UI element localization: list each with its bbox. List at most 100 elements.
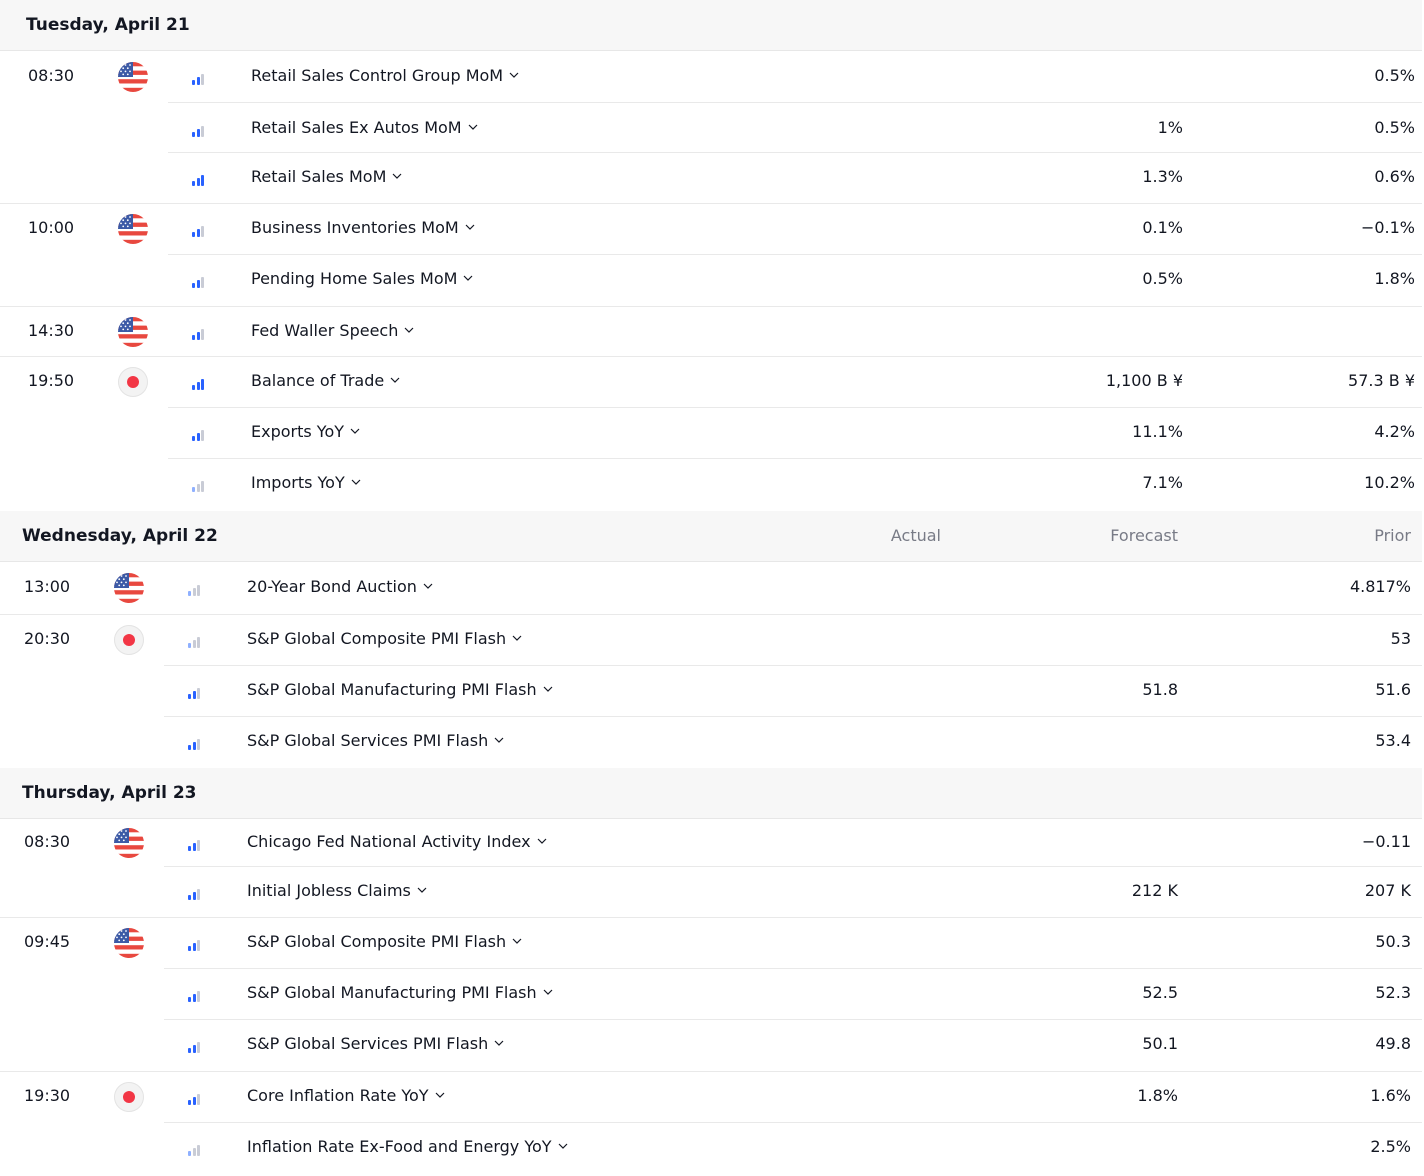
event-name-label[interactable]: Pending Home Sales MoM xyxy=(251,269,457,288)
event-name[interactable]: S&P Global Manufacturing PMI Flash xyxy=(247,680,553,699)
importance-bar xyxy=(192,283,195,288)
importance-bar xyxy=(188,846,191,851)
event-row[interactable]: Imports YoY 7.1% 10.2% xyxy=(0,459,1424,511)
importance-bar xyxy=(196,433,200,441)
importance-icon xyxy=(188,582,204,596)
event-row[interactable]: Inflation Rate Ex-Food and Energy YoY 2.5… xyxy=(0,1123,1424,1175)
event-name-label[interactable]: Initial Jobless Claims xyxy=(247,881,411,900)
event-name-label[interactable]: S&P Global Composite PMI Flash xyxy=(247,629,506,648)
event-name[interactable]: Retail Sales Ex Autos MoM xyxy=(251,118,478,137)
event-name-label[interactable]: Fed Waller Speech xyxy=(251,321,398,340)
event-row[interactable]: 13:00 20-Year Bond Auction 4.817% xyxy=(0,563,1424,615)
importance-bar xyxy=(192,994,196,1002)
importance-icon xyxy=(188,685,204,699)
event-prior: −0.1% xyxy=(1360,218,1415,237)
event-prior: 53 xyxy=(1390,629,1411,648)
chevron-down-icon xyxy=(468,115,478,134)
importance-bar xyxy=(188,591,191,596)
event-time: 20:30 xyxy=(24,629,71,648)
event-time: 14:30 xyxy=(28,321,75,340)
event-name[interactable]: Balance of Trade xyxy=(251,371,400,390)
event-row[interactable]: Retail Sales MoM 1.3% 0.6% xyxy=(0,153,1424,204)
event-row[interactable]: 20:30 S&P Global Composite PMI Flash 53 xyxy=(0,615,1424,666)
event-name[interactable]: S&P Global Composite PMI Flash xyxy=(247,629,522,648)
column-header-actual[interactable]: Actual xyxy=(821,526,941,545)
event-name[interactable]: Retail Sales MoM xyxy=(251,167,402,186)
event-row[interactable]: 19:30 Core Inflation Rate YoY 1.8% 1.6% xyxy=(0,1072,1424,1123)
event-row[interactable]: 10:00 Business Inventories MoM 0.1% −0.1% xyxy=(0,204,1424,255)
event-prior: 49.8 xyxy=(1375,1034,1411,1053)
importance-icon xyxy=(188,1039,204,1053)
event-row[interactable]: 08:30 Chicago Fed National Activity Index… xyxy=(0,818,1424,867)
importance-bar xyxy=(196,382,200,390)
importance-bar xyxy=(197,688,200,699)
event-row[interactable]: Exports YoY 11.1% 4.2% xyxy=(0,408,1424,459)
event-row[interactable]: 19:50 Balance of Trade 1,100 B ¥ 57.3 B ¥ xyxy=(0,357,1424,408)
event-name[interactable]: S&P Global Services PMI Flash xyxy=(247,1034,504,1053)
event-name[interactable]: Business Inventories MoM xyxy=(251,218,475,237)
event-row[interactable]: S&P Global Manufacturing PMI Flash 51.8 51… xyxy=(0,666,1424,717)
event-name-label[interactable]: Core Inflation Rate YoY xyxy=(247,1086,429,1105)
event-name[interactable]: Initial Jobless Claims xyxy=(247,881,427,900)
importance-bar xyxy=(201,74,204,85)
importance-icon xyxy=(192,223,208,237)
importance-bar xyxy=(197,940,200,951)
event-name-label[interactable]: Retail Sales MoM xyxy=(251,167,386,186)
chevron-down-icon xyxy=(463,266,473,285)
event-name-label[interactable]: Retail Sales Ex Autos MoM xyxy=(251,118,462,137)
column-header-prior[interactable]: Prior xyxy=(1291,526,1411,545)
chevron-down-icon xyxy=(390,368,400,387)
event-name[interactable]: Fed Waller Speech xyxy=(251,321,414,340)
importance-bar xyxy=(192,335,195,340)
importance-icon xyxy=(188,937,204,951)
event-row[interactable]: Initial Jobless Claims 212 K 207 K xyxy=(0,867,1424,918)
event-name[interactable]: Exports YoY xyxy=(251,422,360,441)
event-name-label[interactable]: Balance of Trade xyxy=(251,371,384,390)
event-row[interactable]: S&P Global Services PMI Flash 53.4 xyxy=(0,717,1424,768)
us-flag-icon xyxy=(114,828,144,858)
event-row[interactable]: Retail Sales Ex Autos MoM 1% 0.5% xyxy=(0,104,1424,153)
event-prior: 1.8% xyxy=(1374,269,1415,288)
importance-icon xyxy=(188,988,204,1002)
event-name[interactable]: S&P Global Services PMI Flash xyxy=(247,731,504,750)
event-row[interactable]: S&P Global Manufacturing PMI Flash 52.5 52… xyxy=(0,969,1424,1020)
event-name[interactable]: S&P Global Manufacturing PMI Flash xyxy=(247,983,553,1002)
event-name-label[interactable]: S&P Global Services PMI Flash xyxy=(247,1034,488,1053)
chevron-down-icon xyxy=(417,878,427,897)
event-name[interactable]: Pending Home Sales MoM xyxy=(251,269,473,288)
column-header-forecast[interactable]: Forecast xyxy=(1058,526,1178,545)
event-name[interactable]: Core Inflation Rate YoY xyxy=(247,1086,445,1105)
importance-bar xyxy=(192,80,195,85)
event-name[interactable]: Inflation Rate Ex-Food and Energy YoY xyxy=(247,1137,568,1156)
event-name[interactable]: Retail Sales Control Group MoM xyxy=(251,66,519,85)
event-name-label[interactable]: Business Inventories MoM xyxy=(251,218,459,237)
japan-flag-icon xyxy=(114,625,144,655)
importance-icon xyxy=(192,478,208,492)
chevron-down-icon xyxy=(512,929,522,948)
event-name[interactable]: Chicago Fed National Activity Index xyxy=(247,832,547,851)
chevron-down-icon xyxy=(465,215,475,234)
event-name-label[interactable]: Inflation Rate Ex-Food and Energy YoY xyxy=(247,1137,552,1156)
event-row[interactable]: S&P Global Services PMI Flash 50.1 49.8 xyxy=(0,1020,1424,1072)
event-name[interactable]: Imports YoY xyxy=(251,473,361,492)
event-name-label[interactable]: Retail Sales Control Group MoM xyxy=(251,66,503,85)
event-name-label[interactable]: S&P Global Manufacturing PMI Flash xyxy=(247,680,537,699)
event-name-label[interactable]: S&P Global Composite PMI Flash xyxy=(247,932,506,951)
event-name-label[interactable]: S&P Global Manufacturing PMI Flash xyxy=(247,983,537,1002)
event-prior: 57.3 B ¥ xyxy=(1348,371,1415,390)
event-time: 13:00 xyxy=(24,577,71,596)
event-row[interactable]: 08:30 Retail Sales Control Group MoM 0.5% xyxy=(0,52,1424,103)
event-prior: 4.817% xyxy=(1349,577,1411,596)
event-name[interactable]: 20-Year Bond Auction xyxy=(247,577,433,596)
importance-bar xyxy=(188,694,191,699)
event-name-label[interactable]: Chicago Fed National Activity Index xyxy=(247,832,531,851)
event-name-label[interactable]: 20-Year Bond Auction xyxy=(247,577,417,596)
event-row[interactable]: Pending Home Sales MoM 0.5% 1.8% xyxy=(0,255,1424,307)
event-name-label[interactable]: Imports YoY xyxy=(251,473,345,492)
event-row[interactable]: 09:45 S&P Global Composite PMI Flash 50.3 xyxy=(0,918,1424,969)
event-name-label[interactable]: Exports YoY xyxy=(251,422,344,441)
event-time: 08:30 xyxy=(28,66,75,85)
event-name[interactable]: S&P Global Composite PMI Flash xyxy=(247,932,522,951)
event-row[interactable]: 14:30 Fed Waller Speech xyxy=(0,307,1424,357)
event-name-label[interactable]: S&P Global Services PMI Flash xyxy=(247,731,488,750)
